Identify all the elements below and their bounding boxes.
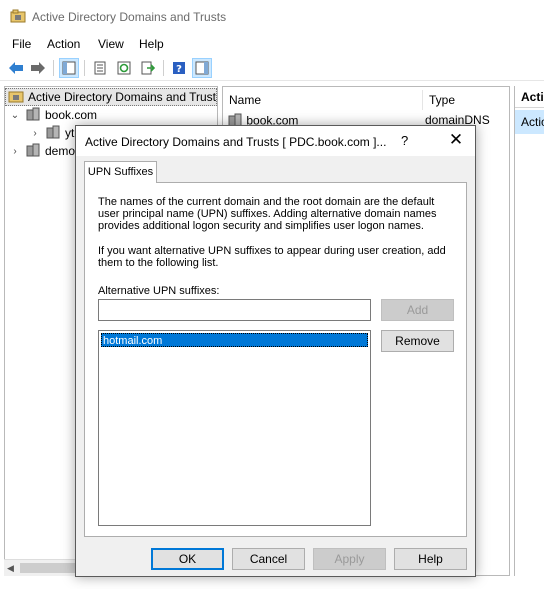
title-bar: Active Directory Domains and Trusts <box>0 0 544 34</box>
refresh-icon[interactable] <box>114 58 134 78</box>
help-icon[interactable]: ? <box>169 58 189 78</box>
menu-action[interactable]: Action <box>47 37 80 51</box>
menu-view[interactable]: View <box>98 37 124 51</box>
chevron-right-icon[interactable]: › <box>9 146 21 157</box>
alternative-upn-label: Alternative UPN suffixes: <box>98 285 220 297</box>
ad-domains-trusts-app-icon <box>10 9 26 23</box>
upn-suffix-input[interactable] <box>98 299 371 321</box>
help-button[interactable]: Help <box>394 548 467 570</box>
chevron-right-icon[interactable]: › <box>29 128 41 139</box>
apply-button[interactable]: Apply <box>313 548 386 570</box>
upn-suffixes-panel: The names of the current domain and the … <box>84 182 467 537</box>
tab-upn-suffixes[interactable]: UPN Suffixes <box>84 161 157 183</box>
description-text-1: The names of the current domain and the … <box>98 196 437 232</box>
ok-button[interactable]: OK <box>151 548 224 570</box>
scroll-left-icon[interactable]: ◀ <box>7 563 14 574</box>
actions-pane: Actio Actio <box>514 86 544 576</box>
toolbar: ? <box>0 55 544 81</box>
forward-icon[interactable] <box>28 58 48 78</box>
tree-item-book-com[interactable]: ⌄ book.com <box>9 106 97 124</box>
help-question-icon[interactable]: ? <box>401 133 408 148</box>
ad-domains-trusts-icon <box>8 89 24 106</box>
toolbar-separator <box>53 60 54 76</box>
tree-item-yt[interactable]: › yt <box>29 124 74 142</box>
column-header-type[interactable]: Type <box>423 90 509 110</box>
menu-file[interactable]: File <box>12 37 31 51</box>
cancel-button[interactable]: Cancel <box>232 548 305 570</box>
toolbar-separator <box>84 60 85 76</box>
tree-root[interactable]: Active Directory Domains and Trust <box>5 88 217 106</box>
show-hide-tree-icon[interactable] <box>59 58 79 78</box>
tree-root-label: Active Directory Domains and Trust <box>27 90 216 104</box>
tree-item-demo[interactable]: › demo <box>9 142 75 160</box>
domain-icon <box>45 125 61 142</box>
window-title: Active Directory Domains and Trusts <box>32 10 227 24</box>
svg-text:?: ? <box>176 64 182 75</box>
tree-item-label: book.com <box>45 108 98 122</box>
dialog-title: Active Directory Domains and Trusts [ PD… <box>85 135 387 149</box>
domain-icon <box>25 143 41 160</box>
upn-suffix-list[interactable]: hotmail.com <box>98 330 371 526</box>
chevron-down-icon[interactable]: ⌄ <box>9 110 21 121</box>
close-icon[interactable]: ✕ <box>441 129 471 153</box>
actions-item[interactable]: Actio <box>515 110 544 134</box>
properties-dialog: Active Directory Domains and Trusts [ PD… <box>75 125 476 577</box>
menu-bar: File Action View Help <box>0 34 544 54</box>
tree-item-label: yt <box>65 126 75 140</box>
description-text-2: If you want alternative UPN suffixes to … <box>98 245 446 269</box>
remove-button[interactable]: Remove <box>381 330 454 352</box>
menu-help[interactable]: Help <box>139 37 164 51</box>
add-button[interactable]: Add <box>381 299 454 321</box>
list-item[interactable]: hotmail.com <box>101 333 368 347</box>
back-icon[interactable] <box>6 58 26 78</box>
show-hide-action-pane-icon[interactable] <box>192 58 212 78</box>
tree-item-label: demo <box>45 144 76 158</box>
properties-icon[interactable] <box>90 58 110 78</box>
domain-icon <box>25 107 41 124</box>
dialog-title-bar[interactable]: Active Directory Domains and Trusts [ PD… <box>76 126 475 156</box>
export-list-icon[interactable] <box>138 58 158 78</box>
column-header-name[interactable]: Name <box>223 90 423 110</box>
scrollbar-thumb[interactable] <box>20 563 76 573</box>
actions-header: Actio <box>515 86 544 108</box>
toolbar-separator <box>163 60 164 76</box>
